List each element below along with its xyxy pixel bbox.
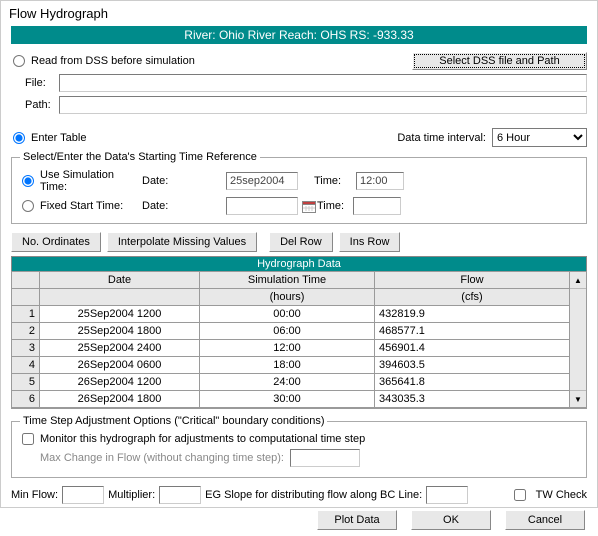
table-row[interactable]: 2 25Sep2004 1800 06:00 468577.1 — [12, 323, 570, 340]
select-dss-button[interactable]: Select DSS file and Path — [412, 52, 587, 70]
multiplier-label: Multiplier: — [108, 489, 155, 501]
tw-check-label: TW Check — [536, 489, 587, 501]
plot-data-button[interactable]: Plot Data — [317, 510, 397, 530]
fixed-start-radio[interactable] — [22, 200, 34, 212]
window-title: Flow Hydrograph — [1, 1, 597, 24]
table-row[interactable]: 3 25Sep2004 2400 12:00 456901.4 — [12, 340, 570, 357]
minflow-input[interactable] — [62, 486, 104, 504]
time-label-2: Time: — [317, 200, 353, 212]
river-info-bar: River: Ohio River Reach: OHS RS: -933.33 — [11, 26, 587, 44]
table-row[interactable]: 4 26Sep2004 0600 18:00 394603.5 — [12, 357, 570, 374]
fixed-date-input[interactable] — [226, 197, 298, 215]
interval-label: Data time interval: — [397, 132, 486, 144]
minflow-label: Min Flow: — [11, 489, 58, 501]
calendar-icon[interactable] — [301, 198, 317, 214]
del-row-button[interactable]: Del Row — [269, 232, 333, 252]
date-label-2: Date: — [142, 200, 222, 212]
read-dss-label: Read from DSS before simulation — [31, 55, 195, 67]
monitor-checkbox[interactable] — [22, 433, 34, 445]
hydrograph-table[interactable]: Date Simulation Time Flow (hours) (cfs) … — [11, 271, 570, 408]
cancel-button[interactable]: Cancel — [505, 510, 585, 530]
table-row[interactable]: 5 26Sep2004 1200 24:00 365641.8 — [12, 374, 570, 391]
time-ref-fieldset: Select/Enter the Data's Starting Time Re… — [11, 151, 587, 224]
sim-date-input — [226, 172, 298, 190]
time-step-fieldset: Time Step Adjustment Options ("Critical"… — [11, 415, 587, 478]
table-units-row: (hours) (cfs) — [12, 289, 570, 306]
interpolate-button[interactable]: Interpolate Missing Values — [107, 232, 257, 252]
ok-button[interactable]: OK — [411, 510, 491, 530]
table-row[interactable]: 6 26Sep2004 1800 30:00 343035.3 — [12, 391, 570, 408]
egslope-label: EG Slope for distributing flow along BC … — [205, 489, 422, 501]
enter-table-radio[interactable] — [13, 132, 25, 144]
scroll-up-icon[interactable]: ▲ — [570, 272, 586, 289]
sim-time-input — [356, 172, 404, 190]
path-label: Path: — [25, 99, 53, 111]
date-label-1: Date: — [142, 175, 222, 187]
interval-select[interactable]: 6 Hour — [492, 128, 587, 147]
maxchg-label: Max Change in Flow (without changing tim… — [40, 452, 284, 464]
use-sim-time-label: Use Simulation Time: — [40, 169, 142, 193]
ins-row-button[interactable]: Ins Row — [339, 232, 401, 252]
hydrograph-data-header: Hydrograph Data — [11, 256, 587, 271]
read-dss-radio[interactable] — [13, 55, 25, 67]
monitor-label: Monitor this hydrograph for adjustments … — [40, 433, 365, 445]
time-ref-legend: Select/Enter the Data's Starting Time Re… — [20, 151, 260, 163]
use-sim-time-radio[interactable] — [22, 175, 34, 187]
table-row[interactable]: 1 25Sep2004 1200 00:00 432819.9 — [12, 306, 570, 323]
table-scrollbar[interactable]: ▲ ▼ — [570, 271, 587, 408]
path-input[interactable] — [59, 96, 587, 114]
file-input[interactable] — [59, 74, 587, 92]
maxchg-input[interactable] — [290, 449, 360, 467]
scroll-down-icon[interactable]: ▼ — [570, 390, 586, 407]
fixed-start-label: Fixed Start Time: — [40, 200, 123, 212]
fixed-time-input[interactable] — [353, 197, 401, 215]
table-header-row: Date Simulation Time Flow — [12, 272, 570, 289]
multiplier-input[interactable] — [159, 486, 201, 504]
no-ordinates-button[interactable]: No. Ordinates — [11, 232, 101, 252]
time-label-1: Time: — [314, 175, 356, 187]
egslope-input[interactable] — [426, 486, 468, 504]
enter-table-label: Enter Table — [31, 132, 86, 144]
file-label: File: — [25, 77, 53, 89]
time-step-legend: Time Step Adjustment Options ("Critical"… — [20, 415, 327, 427]
tw-check-checkbox[interactable] — [514, 489, 526, 501]
